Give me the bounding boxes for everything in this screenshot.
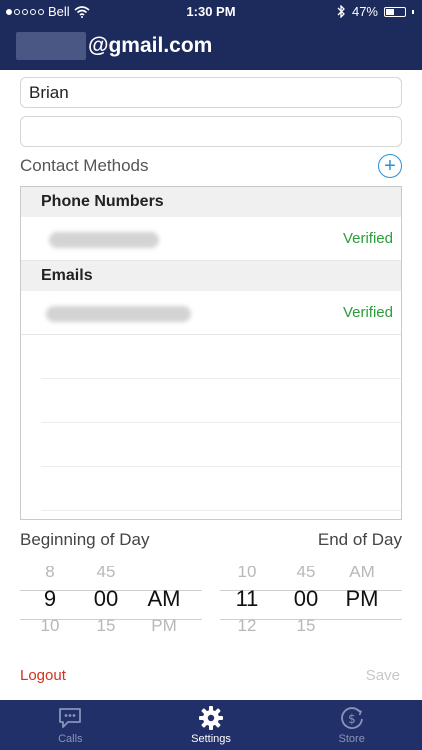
begin-ampm-next: PM — [151, 616, 177, 635]
end-minute-prev: 45 — [296, 566, 316, 581]
tab-store[interactable]: $ Store — [281, 700, 422, 750]
begin-minute-prev: 45 — [96, 566, 116, 581]
end-minute-selected: 00 — [293, 586, 319, 611]
bluetooth-icon — [337, 5, 345, 18]
end-hour-next: 12 — [237, 616, 257, 635]
begin-minute-selected: 00 — [93, 586, 119, 611]
begin-ampm-prev — [139, 566, 189, 582]
tab-label: Settings — [191, 733, 231, 745]
verified-status: Verified — [342, 230, 393, 247]
begin-minute-next: 15 — [96, 616, 116, 635]
begin-hour-prev: 8 — [45, 566, 55, 581]
end-hour-selected: 11 — [235, 586, 259, 611]
tab-label: Store — [338, 733, 365, 745]
battery-cap — [412, 9, 414, 14]
status-right: 47% — [337, 4, 414, 19]
end-ampm-prev: AM — [349, 566, 375, 581]
begin-time-picker[interactable]: 8 9 10 45 00 15 AM PM — [20, 566, 202, 640]
empty-row — [41, 467, 401, 511]
tab-calls[interactable]: Calls — [0, 700, 141, 750]
end-ampm-selected: PM — [345, 586, 379, 611]
first-name-input[interactable] — [20, 77, 402, 108]
end-ampm-next — [337, 616, 387, 636]
email-row[interactable]: Verified — [21, 291, 401, 335]
redacted-email — [46, 306, 191, 322]
verified-status: Verified — [342, 304, 393, 321]
begin-hour-wheel[interactable]: 8 9 10 — [25, 566, 75, 636]
svg-text:$: $ — [348, 712, 356, 726]
end-hour-wheel[interactable]: 10 11 12 — [222, 566, 272, 636]
begin-ampm-selected: AM — [147, 586, 181, 611]
last-name-input[interactable] — [20, 116, 402, 147]
end-hour-prev: 10 — [237, 566, 257, 581]
end-of-day-label: End of Day — [317, 530, 402, 549]
group-header-emails: Emails — [21, 261, 401, 291]
add-contact-method-button[interactable]: + — [378, 154, 402, 178]
tab-bar: Calls Settings $ Store — [0, 700, 422, 750]
tab-label: Calls — [58, 733, 83, 745]
battery-icon — [384, 6, 406, 17]
email-suffix: @gmail.com — [88, 34, 213, 57]
beginning-of-day-label: Beginning of Day — [20, 530, 150, 549]
logout-button[interactable]: Logout — [20, 667, 66, 684]
empty-row — [41, 423, 401, 467]
gear-icon — [197, 705, 225, 731]
save-button[interactable]: Save — [366, 667, 400, 684]
begin-ampm-wheel[interactable]: AM PM — [139, 566, 189, 636]
redacted-phone-number — [49, 232, 159, 248]
end-ampm-wheel[interactable]: AM PM — [337, 566, 387, 636]
end-minute-next: 15 — [296, 616, 316, 635]
status-bar: Bell 1:30 PM 47% — [0, 0, 422, 22]
settings-screen: Bell 1:30 PM 47% @gmail.com Brian Contac… — [0, 0, 422, 750]
phone-number-row[interactable]: Verified — [21, 217, 401, 261]
battery-percent: 47% — [351, 4, 378, 19]
begin-hour-next: 10 — [40, 616, 60, 635]
empty-row — [41, 379, 401, 423]
empty-row — [41, 335, 401, 379]
begin-hour-selected: 9 — [43, 586, 57, 611]
plus-icon: + — [384, 155, 396, 177]
contact-methods-label: Contact Methods — [20, 156, 149, 175]
end-minute-wheel[interactable]: 45 00 15 — [281, 566, 331, 636]
begin-minute-wheel[interactable]: 45 00 15 — [81, 566, 131, 636]
tab-settings[interactable]: Settings — [141, 700, 282, 750]
group-header-phone-numbers: Phone Numbers — [21, 187, 401, 217]
header: Bell 1:30 PM 47% @gmail.com — [0, 0, 422, 70]
contact-methods-list[interactable]: Phone Numbers Verified Emails Verified — [20, 186, 402, 520]
chat-bubble-icon — [56, 705, 84, 731]
redacted-email-prefix — [16, 32, 86, 60]
account-title: @gmail.com — [16, 30, 212, 62]
dollar-clock-icon: $ — [338, 705, 366, 731]
battery-fill — [386, 8, 394, 15]
end-time-picker[interactable]: 10 11 12 45 00 15 AM PM — [220, 566, 402, 640]
